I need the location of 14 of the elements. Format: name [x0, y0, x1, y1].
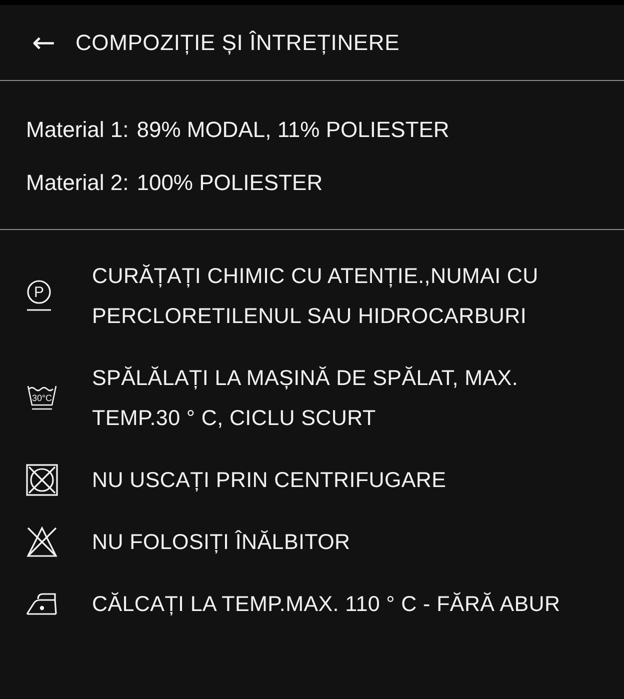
crossed-tumble-dry-icon	[26, 464, 58, 496]
care-instruction: NU USCAȚI PRIN CENTRIFUGARE	[92, 467, 446, 494]
back-button[interactable]: ←	[32, 28, 56, 56]
page-title: COMPOZIȚIE ȘI ÎNTREȚINERE	[75, 30, 400, 56]
care-instruction: SPĂLĂLAȚI LA MAȘINĂ DE SPĂLAT, MAX. TEMP.30 ° C, CICLU SCURT	[92, 365, 520, 432]
iron-icon	[26, 592, 58, 616]
material-label: Material 1:	[26, 117, 129, 143]
crossed-triangle-icon	[26, 526, 58, 558]
material-value: 100% POLIESTER	[136, 170, 323, 196]
care-instruction: CĂLCAȚI LA TEMP.MAX. 110 ° C - FĂRĂ ABUR	[92, 591, 560, 618]
material-label: Material 2:	[26, 170, 129, 196]
care-instruction: CURĂȚAȚI CHIMIC CU ATENȚIE.,NUMAI CU PERCLORETILENUL SAU HIDROCARBURI	[92, 263, 540, 330]
care-instruction: NU FOLOSIȚI ÎNĂLBITOR	[92, 529, 350, 556]
material-value: 89% MODAL, 11% POLIESTER	[136, 117, 450, 143]
